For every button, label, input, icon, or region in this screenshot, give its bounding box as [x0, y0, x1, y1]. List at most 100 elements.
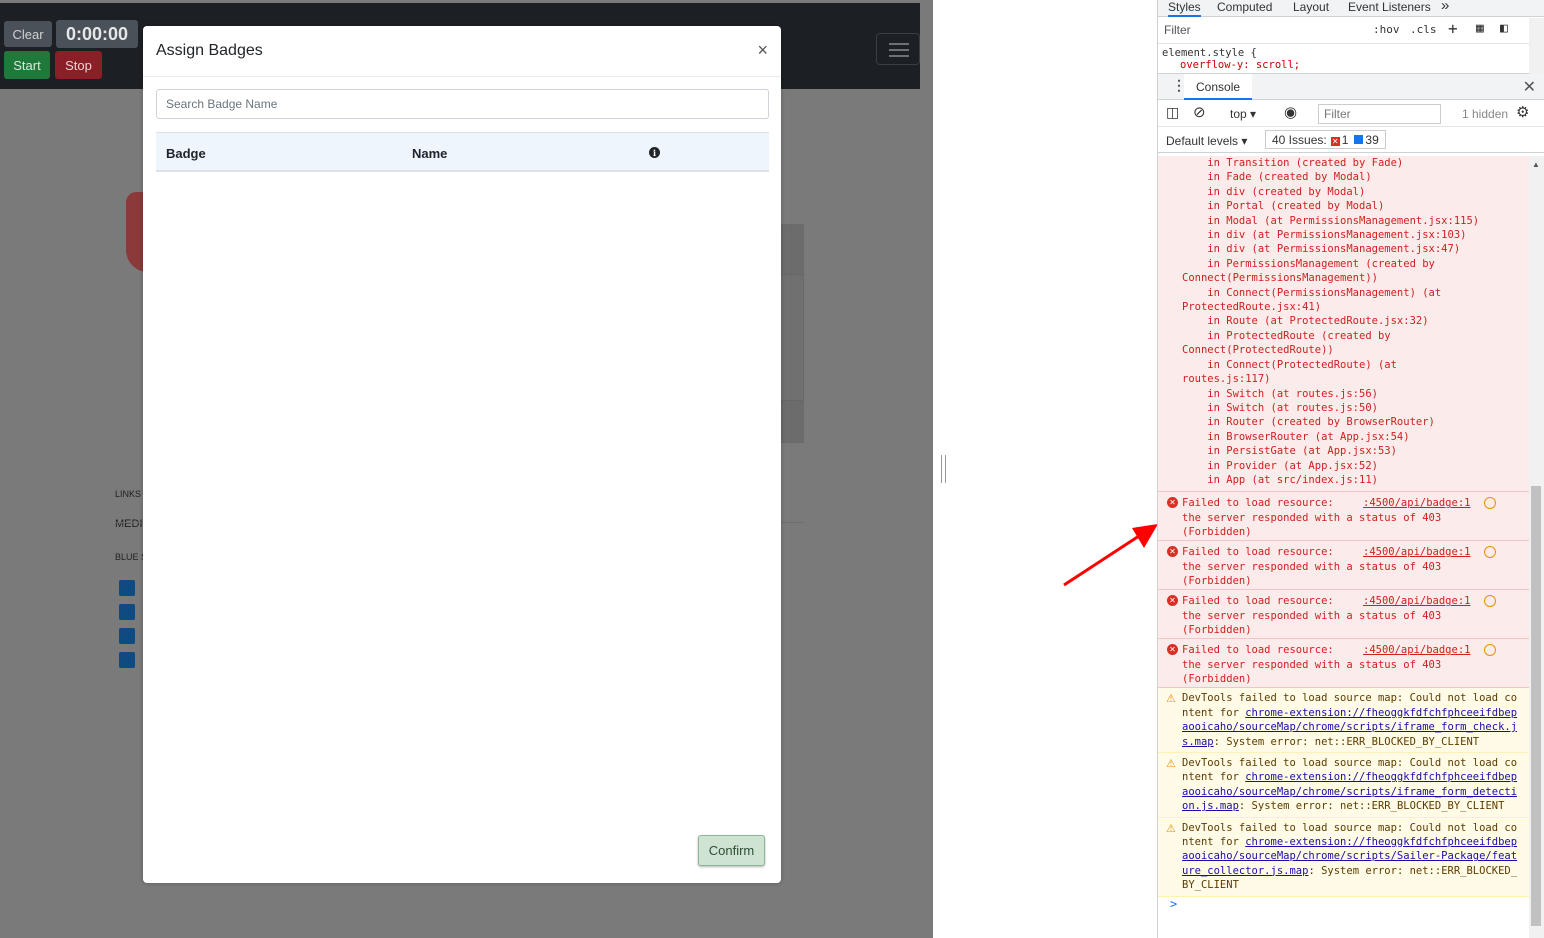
styles-filter-row: Filter :hov .cls + ▦ ◧ — [1158, 17, 1544, 44]
warning-list: ⚠ DevTools failed to load source map: Cou… — [1158, 688, 1529, 897]
scroll-up-icon[interactable]: ▲ — [1532, 160, 1540, 169]
timer-display: 0:00:00 — [56, 20, 138, 48]
error-text: the server responded with a status of 40… — [1182, 658, 1442, 671]
stack-line: in Route (at ProtectedRoute.jsx:32) — [1182, 315, 1429, 328]
checkbox[interactable] — [119, 628, 135, 644]
error-list: ✕ Failed to load resource::4500/api/badge… — [1158, 492, 1529, 689]
tab-console[interactable]: Console — [1184, 74, 1253, 100]
stack-line: in div (at PermissionsManagement.jsx:47) — [1182, 243, 1461, 256]
modal-header: Assign Badges × — [143, 26, 781, 77]
checkbox[interactable] — [119, 652, 135, 668]
network-icon[interactable] — [1484, 644, 1496, 657]
styles-scrollbar[interactable] — [1529, 18, 1544, 75]
stack-line: in Fade (created by Modal) — [1182, 171, 1372, 184]
gear-icon[interactable]: ⚙ — [1516, 103, 1529, 121]
error-text: (Forbidden) — [1182, 673, 1252, 686]
error-text: the server responded with a status of 40… — [1182, 609, 1442, 622]
error-source-link[interactable]: :4500/api/badge:1 — [1363, 496, 1470, 510]
warning-icon: ⚠ — [1166, 692, 1176, 706]
error-circle-icon: ✕ — [1167, 595, 1178, 607]
stack-trace: in Transition (created by Fade) in Fade … — [1158, 156, 1529, 493]
issues-button[interactable]: 40 Issues: ✕ 1 39 — [1265, 130, 1386, 149]
confirm-button[interactable]: Confirm — [698, 835, 765, 866]
stack-line: in ProtectedRoute (created by — [1182, 329, 1391, 342]
stack-line: in Switch (at routes.js:50) — [1182, 401, 1378, 414]
network-icon[interactable] — [1484, 497, 1496, 510]
sidebar-icon[interactable]: ◫ — [1166, 104, 1179, 121]
rule-property[interactable]: overflow-y: scroll; — [1162, 59, 1540, 71]
background-card — [780, 224, 804, 443]
tab-layout[interactable]: Layout — [1293, 0, 1329, 14]
sidebar-toggle-icon[interactable]: ◧ — [1500, 21, 1508, 36]
error-source-link[interactable]: :4500/api/badge:1 — [1363, 545, 1470, 559]
warning-icon: ⚠ — [1166, 821, 1176, 835]
stack-line: in Switch (at routes.js:56) — [1182, 387, 1378, 400]
stack-line: in Connect(ProtectedRoute) (at — [1182, 358, 1397, 371]
checkbox[interactable] — [119, 604, 135, 620]
console-warning: ⚠ DevTools failed to load source map: Cou… — [1158, 688, 1529, 753]
stack-line: Connect(PermissionsManagement)) — [1182, 272, 1378, 285]
stop-button[interactable]: Stop — [55, 51, 102, 79]
error-text: the server responded with a status of 40… — [1182, 560, 1442, 573]
more-tabs-icon[interactable]: » — [1441, 0, 1449, 14]
element-style-rule: element.style { overflow-y: scroll; — [1158, 44, 1544, 74]
console-filter-input[interactable]: Filter — [1318, 104, 1441, 124]
hidden-count: 1 hidden — [1462, 107, 1509, 121]
tab-event-listeners[interactable]: Event Listeners — [1348, 0, 1431, 14]
error-text: (Forbidden) — [1182, 575, 1252, 588]
clear-console-icon[interactable]: ⊘ — [1193, 103, 1206, 121]
styles-filter-input[interactable]: Filter — [1164, 23, 1191, 37]
eye-icon[interactable]: ◉ — [1284, 103, 1297, 121]
paint-icon[interactable]: ▦ — [1476, 21, 1484, 36]
network-icon[interactable] — [1484, 595, 1496, 608]
table-header: Badge Name i — [156, 132, 769, 172]
links-label: LINKS — [115, 489, 142, 499]
console-error: ✕ Failed to load resource::4500/api/badge… — [1158, 492, 1529, 542]
console-warning: ⚠ DevTools failed to load source map: Cou… — [1158, 817, 1529, 897]
stack-line: in Router (created by BrowserRouter) — [1182, 416, 1435, 429]
column-name[interactable]: Name — [412, 146, 447, 161]
plus-icon[interactable]: + — [1448, 19, 1458, 38]
console-warning: ⚠ DevTools failed to load source map: Cou… — [1158, 752, 1529, 818]
stack-line: in Modal (at PermissionsManagement.jsx:1… — [1182, 214, 1480, 227]
pane-resizer-handle[interactable] — [941, 455, 946, 483]
drawer-tabbar: ⋮ Console ✕ — [1158, 74, 1544, 100]
app-page: Clear 0:00:00 Start Stop LINKS MEDI BLUE… — [0, 0, 933, 938]
levels-row: Default levels ▾ 40 Issues: ✕ 1 39 — [1158, 127, 1544, 153]
hov-toggle[interactable]: :hov — [1373, 23, 1400, 36]
error-source-link[interactable]: :4500/api/badge:1 — [1363, 643, 1470, 657]
stack-line: in App (at src/index.js:11) — [1182, 473, 1378, 486]
error-source-link[interactable]: :4500/api/badge:1 — [1363, 594, 1470, 608]
error-text: (Forbidden) — [1182, 624, 1252, 637]
column-badge[interactable]: Badge — [166, 146, 206, 161]
scroll-thumb[interactable] — [1531, 486, 1541, 926]
default-levels-dropdown[interactable]: Default levels ▾ — [1166, 134, 1247, 148]
start-button[interactable]: Start — [4, 51, 50, 79]
console-output: in Transition (created by Fade) in Fade … — [1158, 156, 1529, 938]
menu-icon[interactable] — [876, 33, 920, 65]
cls-toggle[interactable]: .cls — [1410, 23, 1437, 36]
assign-badges-modal: Assign Badges × Badge Name i Confirm — [143, 26, 781, 883]
close-drawer-icon[interactable]: ✕ — [1523, 77, 1536, 97]
console-error: ✕ Failed to load resource::4500/api/badge… — [1158, 590, 1529, 640]
close-icon[interactable]: × — [757, 41, 768, 59]
clear-button[interactable]: Clear — [4, 21, 52, 47]
stack-line: in div (at PermissionsManagement.jsx:103… — [1182, 229, 1467, 242]
console-prompt[interactable]: > — [1158, 897, 1529, 911]
badge-table: Badge Name i — [156, 132, 769, 172]
search-badge-input[interactable] — [156, 89, 769, 119]
tab-styles[interactable]: Styles — [1168, 0, 1201, 17]
message-icon — [1354, 135, 1364, 144]
rule-selector: element.style { — [1162, 47, 1257, 59]
media-label: MEDI — [115, 518, 143, 530]
context-selector[interactable]: top ▾ — [1230, 107, 1256, 121]
stack-line: in PersistGate (at App.jsx:53) — [1182, 445, 1397, 458]
warning-icon: ⚠ — [1166, 756, 1176, 770]
stack-line: routes.js:117) — [1182, 373, 1271, 386]
checkbox[interactable] — [119, 580, 135, 596]
tab-computed[interactable]: Computed — [1217, 0, 1272, 14]
console-scrollbar[interactable]: ▲ — [1529, 156, 1544, 938]
network-icon[interactable] — [1484, 546, 1496, 559]
devtools-panel: Styles Computed Layout Event Listeners »… — [1157, 0, 1544, 938]
stack-line: Connect(ProtectedRoute)) — [1182, 344, 1334, 357]
